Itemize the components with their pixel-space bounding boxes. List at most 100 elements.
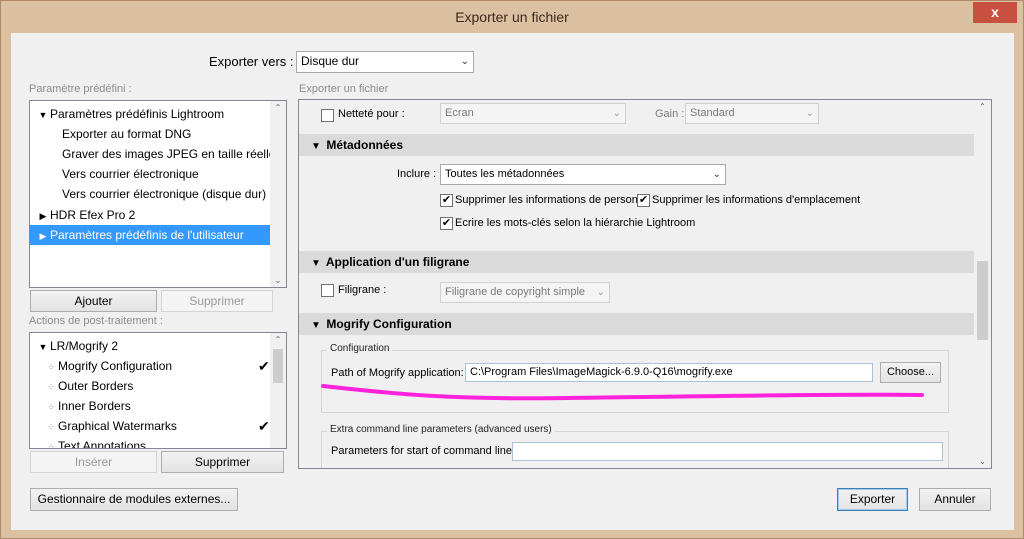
remove-location-label: Supprimer les informations d'emplacement [652,194,861,206]
scroll-thumb[interactable] [977,261,988,340]
section-title: Mogrify Configuration [326,317,452,331]
post-action-group[interactable]: ▼ LR/Mogrify 2 [30,336,270,356]
list-item-label: Inner Borders [58,399,131,413]
start-params-label: Parameters for start of command line: [331,445,516,457]
list-item[interactable]: Vers courrier électronique [30,164,270,184]
presets-list[interactable]: ▼ Paramètres prédéfinis Lightroom Exporte… [29,100,287,288]
add-preset-button[interactable]: Ajouter [30,290,157,312]
extra-params-group-title: Extra command line parameters (advanced … [327,424,555,435]
list-item-label: LR/Mogrify 2 [50,339,119,353]
post-action-item[interactable]: ⁘ Text Annotations [30,436,270,449]
export-to-select[interactable]: Disque dur ⌄ [296,51,474,73]
list-item-label: Paramètres prédéfinis Lightroom [50,107,225,121]
insert-action-button[interactable]: Insérer [30,451,157,473]
remove-person-label: Supprimer les informations de personne [455,194,651,206]
scroll-down-icon[interactable]: ⌄ [270,276,286,285]
grip-icon: ⁘ [47,362,55,372]
hierarchy-label: Ecrire les mots-clés selon la hiérarchie… [455,217,696,229]
list-item-label: Paramètres prédéfinis de l'utilisateur [50,228,244,242]
grip-icon: ⁘ [47,442,55,449]
export-to-value: Disque dur [301,54,360,68]
watermark-checkbox[interactable] [321,284,334,297]
preset-group-lightroom[interactable]: ▼ Paramètres prédéfinis Lightroom [30,104,270,124]
include-value: Toutes les métadonnées [445,168,565,180]
section-header-metadata[interactable]: ▼ Métadonnées [299,134,974,156]
include-select[interactable]: Toutes les métadonnées ⌄ [440,164,726,185]
scroll-thumb[interactable] [273,349,283,383]
section-header-mogrify[interactable]: ▼ Mogrify Configuration [299,313,974,335]
collapse-triangle-icon[interactable]: ▶ [36,206,50,226]
remove-preset-button[interactable]: Supprimer [161,290,273,312]
dialog-body: Exporter vers : Disque dur ⌄ Paramètre p… [11,33,1014,530]
export-to-label: Exporter vers : [209,54,294,69]
post-actions-scrollbar[interactable]: ⌃ [270,333,286,448]
cancel-button[interactable]: Annuler [919,488,991,511]
configuration-group-title: Configuration [327,343,393,354]
remove-location-checkbox[interactable]: ✔ [637,194,650,207]
export-file-header: Exporter un fichier [299,83,389,95]
post-action-item[interactable]: ⁘ Mogrify Configuration [30,356,270,376]
remove-person-checkbox[interactable]: ✔ [440,194,453,207]
expand-triangle-icon[interactable]: ▼ [309,253,323,275]
plugin-manager-button[interactable]: Gestionnaire de modules externes... [30,488,238,511]
sharpen-for-value: Ecran [445,107,474,119]
scroll-up-icon[interactable]: ⌃ [974,102,991,111]
list-item[interactable]: Exporter au format DNG [30,124,270,144]
remove-action-button[interactable]: Supprimer [161,451,284,473]
scroll-up-icon[interactable]: ⌃ [270,103,286,112]
preset-group-user[interactable]: ▶ Paramètres prédéfinis de l'utilisateur [30,225,270,245]
section-header-watermark[interactable]: ▼ Application d'un filigrane [299,251,974,273]
sharpen-checkbox[interactable] [321,109,334,122]
list-item-label: Graphical Watermarks [58,419,177,433]
post-action-item[interactable]: ⁘ Inner Borders [30,396,270,416]
watermark-select[interactable]: Filigrane de copyright simple ⌄ [440,282,610,303]
checkmark-icon: ✔ [258,358,270,374]
post-action-item[interactable]: ⁘ Outer Borders [30,376,270,396]
expand-triangle-icon[interactable]: ▼ [36,337,50,357]
chevron-down-icon: ⌄ [612,108,621,119]
post-actions-header: Actions de post-traitement : [29,315,163,327]
window-title: Exporter un fichier [455,9,569,25]
post-action-item[interactable]: ⁘ Graphical Watermarks [30,416,270,436]
chevron-down-icon: ⌄ [596,287,605,298]
post-actions-list[interactable]: ▼ LR/Mogrify 2 ⁘ Mogrify Configuration ⁘ Ou… [29,332,287,449]
scroll-down-icon[interactable]: ⌄ [974,457,991,466]
scroll-up-icon[interactable]: ⌃ [270,335,286,344]
hierarchy-checkbox[interactable]: ✔ [440,217,453,230]
chevron-down-icon: ⌄ [712,169,721,180]
settings-scrollbar[interactable]: ⌃ ⌄ [974,100,991,468]
include-label: Inclure : [397,168,437,180]
watermark-value: Filigrane de copyright simple [445,286,586,298]
amount-value: Standard [690,107,735,119]
grip-icon: ⁘ [47,402,55,412]
export-button[interactable]: Exporter [837,488,908,511]
close-button[interactable]: x [973,2,1017,23]
sharpen-label: Netteté pour : [338,108,405,120]
list-item-label: Text Annotations [58,439,147,449]
settings-panel: Netteté pour : Ecran ⌄ Gain : Standard ⌄… [298,99,992,469]
amount-label: Gain : [655,108,685,120]
sharpen-for-select[interactable]: Ecran ⌄ [440,103,626,124]
start-params-field[interactable] [512,442,943,461]
list-item[interactable]: Vers courrier électronique (disque dur) [30,184,270,204]
checkmark-icon: ✔ [258,418,270,434]
expand-triangle-icon[interactable]: ▼ [36,105,50,125]
watermark-label: Filigrane : [338,284,387,296]
expand-triangle-icon[interactable]: ▼ [309,136,323,158]
collapse-triangle-icon[interactable]: ▶ [36,226,50,246]
list-item-label: HDR Efex Pro 2 [50,208,136,222]
grip-icon: ⁘ [47,382,55,392]
annotation-stroke [321,384,924,401]
list-item-label: Mogrify Configuration [58,359,173,373]
list-item[interactable]: Graver des images JPEG en taille réelle [30,144,275,164]
pink-underline-annotation [321,384,924,401]
presets-scrollbar[interactable]: ⌃ ⌄ [270,101,286,287]
preset-group-hdr[interactable]: ▶ HDR Efex Pro 2 [30,205,270,225]
presets-header: Paramètre prédéfini : [29,83,132,95]
chevron-down-icon: ⌄ [805,108,814,119]
section-title: Application d'un filigrane [325,255,470,269]
amount-select[interactable]: Standard ⌄ [685,103,819,124]
expand-triangle-icon[interactable]: ▼ [309,315,323,337]
chevron-down-icon: ⌄ [460,56,469,67]
export-dialog: Exporter un fichier x Exporter vers : Di… [0,0,1024,539]
